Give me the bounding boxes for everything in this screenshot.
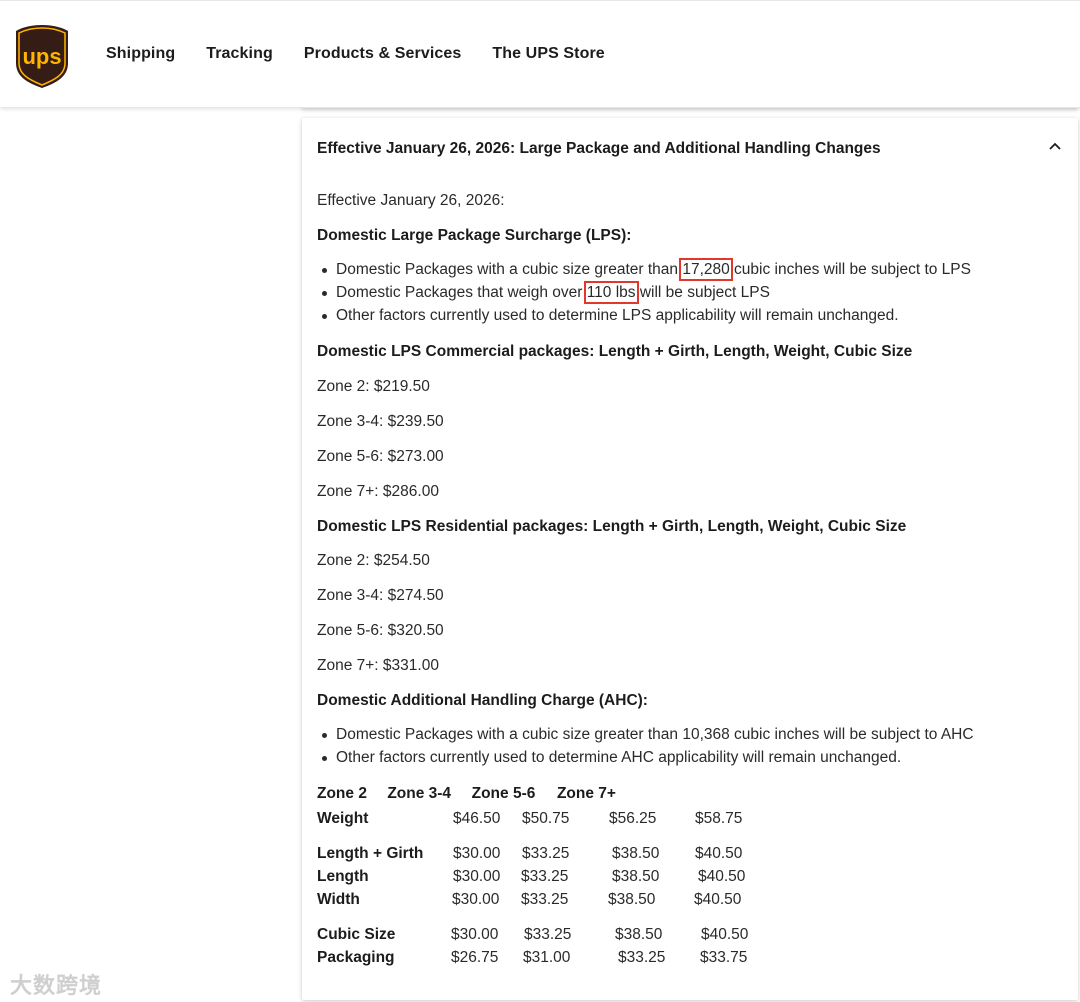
residential-zone-2: Zone 2: $254.50 [317,552,430,569]
table-cell: $40.50 [695,845,743,862]
site-header: ups Shipping Tracking Products & Service… [0,0,1080,107]
table-cell: $30.00 [453,868,501,885]
table-cell: $33.25 [521,868,569,885]
table-row: Length + Girth $30.00 $33.25 $38.50 $40.… [317,843,777,865]
row-label: Packaging [317,949,395,966]
table-cell: $31.00 [523,949,571,966]
list-item: Domestic Packages with a cubic size grea… [317,723,974,746]
table-row: Cubic Size $30.00 $33.25 $38.50 $40.50 [317,924,777,946]
ups-logo[interactable]: ups [14,23,70,89]
ahc-table-header: Zone 2 Zone 3-4 Zone 5-6 Zone 7+ [317,785,616,803]
commercial-zone-2: Zone 2: $219.50 [317,378,430,395]
chevron-up-icon[interactable] [1048,141,1062,151]
table-cell: $33.25 [522,845,570,862]
residential-zone-5-6: Zone 5-6: $320.50 [317,622,444,639]
watermark: 大数跨境 [10,973,103,998]
table-cell: $33.75 [700,949,748,966]
table-cell: $33.25 [521,891,569,908]
list-item: Domestic Packages with a cubic size grea… [317,258,971,281]
table-header-cell: Zone 3-4 [387,785,452,802]
row-label: Cubic Size [317,926,396,943]
logo-text: ups [22,44,61,69]
table-cell: $38.50 [608,891,656,908]
table-cell: $30.00 [452,891,500,908]
table-cell: $40.50 [701,926,749,943]
table-cell: $38.50 [615,926,663,943]
highlight-weight: 110 lbs [583,281,639,304]
commercial-zone-5-6: Zone 5-6: $273.00 [317,448,444,465]
row-label: Weight [317,810,369,827]
accordion-title[interactable]: Effective January 26, 2026: Large Packag… [317,140,881,158]
ahc-bullet-list: Domestic Packages with a cubic size grea… [317,723,974,769]
lps-bullet-list: Domestic Packages with a cubic size grea… [317,258,971,327]
table-cell: $30.00 [453,845,501,862]
row-label: Length [317,868,369,885]
table-cell: $58.75 [695,810,743,827]
ahc-heading: Domestic Additional Handling Charge (AHC… [317,692,648,709]
row-label: Width [317,891,360,908]
table-header-cell: Zone 2 [317,785,367,802]
table-row: Width $30.00 $33.25 $38.50 $40.50 [317,889,777,911]
nav-shipping[interactable]: Shipping [106,45,175,63]
table-row: Packaging $26.75 $31.00 $33.25 $33.75 [317,947,777,969]
table-cell: $26.75 [451,949,499,966]
table-cell: $40.50 [694,891,742,908]
commercial-zone-3-4: Zone 3-4: $239.50 [317,413,444,430]
nav-products-services[interactable]: Products & Services [304,45,462,63]
accordion-card: Effective January 26, 2026: Large Packag… [302,118,1078,1000]
nav-ups-store[interactable]: The UPS Store [492,45,604,63]
table-row: Weight $46.50 $50.75 $56.25 $58.75 [317,808,777,830]
list-item: Other factors currently used to determin… [317,746,974,769]
residential-zone-7plus: Zone 7+: $331.00 [317,657,439,674]
commercial-zone-7plus: Zone 7+: $286.00 [317,483,439,500]
table-cell: $56.25 [609,810,657,827]
list-item: Domestic Packages that weigh over 110 lb… [317,281,971,304]
row-label: Length + Girth [317,845,424,862]
main-nav: Shipping Tracking Products & Services Th… [106,45,636,63]
residential-heading: Domestic LPS Residential packages: Lengt… [317,518,907,535]
table-cell: $50.75 [522,810,570,827]
nav-tracking[interactable]: Tracking [206,45,273,63]
table-cell: $38.50 [612,868,660,885]
lps-heading: Domestic Large Package Surcharge (LPS): [317,227,632,244]
table-cell: $33.25 [618,949,666,966]
commercial-heading: Domestic LPS Commercial packages: Length… [317,343,913,360]
highlight-cubic-size: 17,280 [679,258,733,281]
table-row: Length $30.00 $33.25 $38.50 $40.50 [317,866,777,888]
table-header-cell: Zone 7+ [556,785,616,802]
table-cell: $40.50 [698,868,746,885]
table-header-cell: Zone 5-6 [471,785,536,802]
list-item: Other factors currently used to determin… [317,304,971,327]
table-cell: $33.25 [524,926,572,943]
table-cell: $38.50 [612,845,660,862]
intro-text: Effective January 26, 2026: [317,192,505,209]
residential-zone-3-4: Zone 3-4: $274.50 [317,587,444,604]
table-cell: $30.00 [451,926,499,943]
table-cell: $46.50 [453,810,501,827]
